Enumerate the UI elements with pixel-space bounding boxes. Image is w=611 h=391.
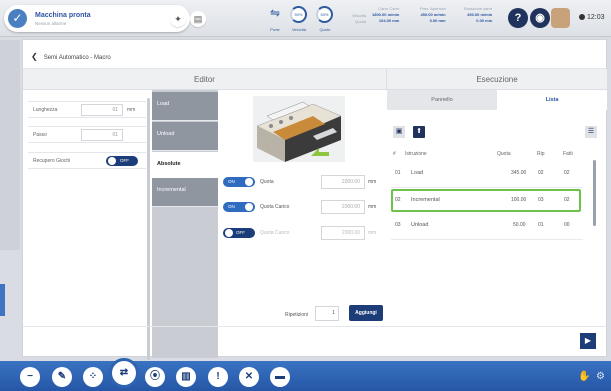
machine-status[interactable]: ✓ Macchina pronta Nessun allarme	[4, 5, 190, 32]
quota-carico-2-input[interactable]: 2000.00	[321, 226, 365, 240]
list-scrollbar[interactable]	[593, 160, 596, 226]
tool-label-porte: Porte	[270, 27, 280, 32]
clock-icon	[579, 14, 585, 20]
col-fatti: Fatti	[563, 151, 573, 157]
quota-toggle[interactable]: ON	[223, 177, 255, 187]
col-rip: Rip	[537, 151, 545, 157]
repetitions-label: Ripetizioni	[285, 312, 309, 318]
lunghezza-input[interactable]: 01	[81, 104, 123, 116]
col-istruzione: Istruzione	[405, 151, 427, 157]
check-icon: ✓	[8, 9, 27, 28]
passo-input[interactable]: 01	[81, 129, 123, 141]
execution-tabs: Pannello Lista	[387, 90, 607, 110]
field-passo: Passo 01	[28, 126, 146, 143]
help-icon[interactable]: ?	[508, 8, 528, 28]
status-subtitle: Nessun allarme	[35, 21, 67, 26]
param-quota: ON Quota 2000.00 mm	[223, 173, 383, 191]
tab-unload[interactable]: Unload	[152, 122, 218, 151]
quota-carico-input[interactable]: 2000.00	[321, 200, 365, 214]
stats-icon[interactable]: ▥	[176, 367, 196, 387]
param-quota-carico-2: OFF Quota Carico 2000.00 mm	[223, 224, 383, 242]
list-settings-icon[interactable]: ☰	[585, 126, 597, 138]
main-panel: ❮ Semi Automatico - Macro Editor Esecuzio…	[22, 39, 607, 360]
quote-gauge-icon[interactable]: 50%	[316, 6, 333, 23]
repetitions-input[interactable]: 1	[315, 306, 339, 321]
user-icon[interactable]: ◉	[530, 8, 550, 28]
breadcrumb[interactable]: ❮ Semi Automatico - Macro	[31, 52, 111, 61]
quota-carico-toggle[interactable]: ON	[223, 202, 255, 212]
play-button[interactable]: ▶	[580, 333, 596, 349]
wrench-icon[interactable]: ✕	[239, 367, 259, 387]
table-row[interactable]: 01 Load 345.00 02 02	[391, 162, 581, 185]
table-row[interactable]: 03 Unload 50.00 01 00	[391, 214, 581, 237]
stats-labels: Velocità Quota	[352, 13, 367, 24]
speed-gauge-icon[interactable]: 50%	[290, 6, 307, 23]
clock: 12:03	[579, 14, 605, 21]
field-lunghezza: Lunghezza 01 mm	[28, 101, 146, 118]
col-quota: Quota	[497, 151, 511, 157]
bottom-toolbar: − ✎ ⁘ ⇄ ⦿ ▥ ! ✕ ▬ ✋ ⚙	[0, 361, 611, 391]
execution-header: Esecuzione	[387, 69, 607, 90]
tool-label-quote: Quote	[319, 27, 331, 32]
param-quota-carico: ON Quota Carico 2000.00 mm	[223, 198, 383, 216]
editor-scrollbar[interactable]	[147, 98, 150, 360]
field-recupero-giochi: Recupero Giochi OFF	[28, 152, 146, 169]
save-icon[interactable]: ▣	[393, 126, 405, 138]
quota-carico-2-toggle[interactable]: OFF	[223, 228, 255, 238]
chevron-left-icon[interactable]: ❮	[31, 52, 38, 61]
settings-icon[interactable]: ⚙	[596, 371, 605, 382]
stats-rotazione: Rotazione carro 450.00 m/min 0.00 mm	[464, 6, 493, 23]
quota-input[interactable]: 2000.00	[321, 175, 365, 189]
alarm-icon[interactable]: !	[208, 367, 228, 387]
grid-icon[interactable]: ⁘	[83, 367, 103, 387]
tool-label-velocita: Velocità	[291, 27, 306, 32]
stats-carro: Carro Carro 1800.00 m/min 104.00 mm	[372, 6, 400, 23]
left-accent	[0, 284, 5, 316]
load-icon[interactable]: ⬆	[413, 126, 425, 138]
stats-apertura: Pres. Apertura 450.00 m/min 0.00 mm	[420, 6, 446, 23]
col-number: #	[393, 151, 396, 157]
tab-lista[interactable]: Lista	[497, 90, 607, 110]
cycle-icon[interactable]: ⦿	[145, 367, 165, 387]
status-title: Macchina pronta	[35, 12, 91, 19]
tab-load[interactable]: Load	[152, 92, 218, 121]
add-button[interactable]: Aggiungi	[349, 305, 383, 321]
minus-icon[interactable]: −	[20, 367, 40, 387]
recupero-giochi-toggle[interactable]: OFF	[106, 156, 138, 166]
editor-header: Editor	[23, 69, 387, 90]
hand-icon[interactable]: ✋	[578, 371, 590, 382]
palette-icon[interactable]: ✦	[170, 11, 186, 27]
edit-icon[interactable]: ✎	[52, 367, 72, 387]
instruction-tabs: Load Unload Absolute Incremental	[152, 90, 218, 358]
avatar[interactable]	[551, 8, 570, 28]
tab-pannello[interactable]: Pannello	[387, 90, 497, 110]
tab-absolute[interactable]: Absolute	[152, 152, 218, 181]
semi-auto-icon[interactable]: ⇄	[112, 361, 136, 385]
window-icon[interactable]: ▬	[270, 367, 290, 387]
top-bar: ✓ Macchina pronta Nessun allarme ✦ ▤ ⇋ P…	[0, 0, 611, 37]
tab-incremental[interactable]: Incremental	[152, 178, 218, 207]
stack-icon[interactable]: ▤	[190, 11, 206, 27]
left-strip	[0, 40, 20, 250]
door-icon[interactable]: ⇋	[266, 6, 284, 22]
machine-illustration	[253, 96, 345, 162]
table-row-selected[interactable]: 02 Incremental 100.00 03 02	[391, 189, 581, 212]
